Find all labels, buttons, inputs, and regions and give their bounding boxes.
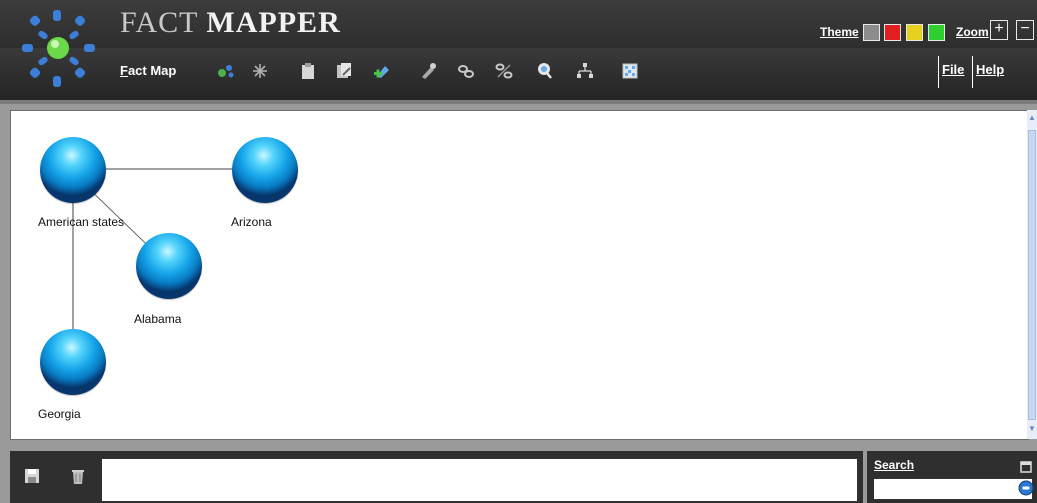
file-menu[interactable]: File [942, 62, 964, 77]
fact-mapper-logo [22, 10, 95, 87]
node-label-american-states: American states [38, 215, 125, 229]
fact-node-georgia[interactable] [40, 329, 106, 395]
search-fact-icon[interactable] [535, 61, 555, 81]
scroll-up-arrow[interactable]: ▲ [1028, 113, 1036, 123]
fact-node-american-states[interactable] [40, 137, 106, 203]
node-label-georgia: Georgia [38, 407, 81, 421]
hierarchy-icon[interactable] [575, 61, 595, 81]
scroll-down-arrow[interactable]: ▼ [1028, 424, 1036, 434]
expand-nodes-icon[interactable] [216, 61, 236, 81]
theme-swatch-green[interactable] [928, 24, 945, 41]
theme-swatch-yellow[interactable] [906, 24, 923, 41]
theme-label: Theme [820, 25, 859, 39]
fact-map-canvas[interactable]: American states Arizona Alabama Georgia [10, 110, 1029, 440]
zoom-out-button[interactable]: − [1016, 20, 1034, 40]
zoom-label: Zoom [956, 25, 989, 39]
fact-node-alabama[interactable] [136, 233, 202, 299]
maximize-icon[interactable] [1020, 461, 1032, 473]
theme-swatch-red[interactable] [884, 24, 901, 41]
node-label-arizona: Arizona [231, 215, 272, 229]
header-divider [0, 100, 1037, 104]
app-title: FACT MAPPER [120, 6, 341, 40]
menu-divider [972, 56, 973, 88]
search-go-icon[interactable] [1018, 480, 1034, 496]
scrollbar-thumb[interactable] [1028, 130, 1036, 420]
clipboard-icon[interactable] [298, 61, 318, 81]
notes-textarea[interactable] [101, 458, 858, 502]
pin-icon[interactable] [418, 61, 438, 81]
search-label: Search [874, 458, 915, 472]
theme-swatch-gray[interactable] [863, 24, 880, 41]
app-header: FACT MAPPER Theme Zoom + − Fact Map File… [0, 0, 1037, 104]
vertical-scrollbar[interactable]: ▲ ▼ [1027, 110, 1037, 439]
fact-node-arizona[interactable] [232, 137, 298, 203]
link-icon[interactable] [456, 61, 476, 81]
trash-icon[interactable] [70, 467, 86, 485]
menu-divider [938, 56, 939, 88]
help-menu[interactable]: Help [976, 62, 1004, 77]
add-fact-icon[interactable] [372, 61, 392, 81]
document-edit-icon[interactable] [334, 61, 354, 81]
search-input[interactable] [873, 478, 1033, 500]
zoom-in-button[interactable]: + [990, 20, 1008, 40]
table-icon[interactable] [620, 61, 640, 81]
save-icon[interactable] [24, 468, 40, 484]
node-label-alabama: Alabama [134, 312, 182, 326]
unlink-icon[interactable] [494, 61, 514, 81]
clear-selection-icon[interactable] [250, 61, 270, 81]
fact-map-title: Fact Map [120, 63, 177, 78]
app-title-part1: FACT [120, 6, 207, 39]
app-title-part2: MAPPER [206, 6, 341, 39]
